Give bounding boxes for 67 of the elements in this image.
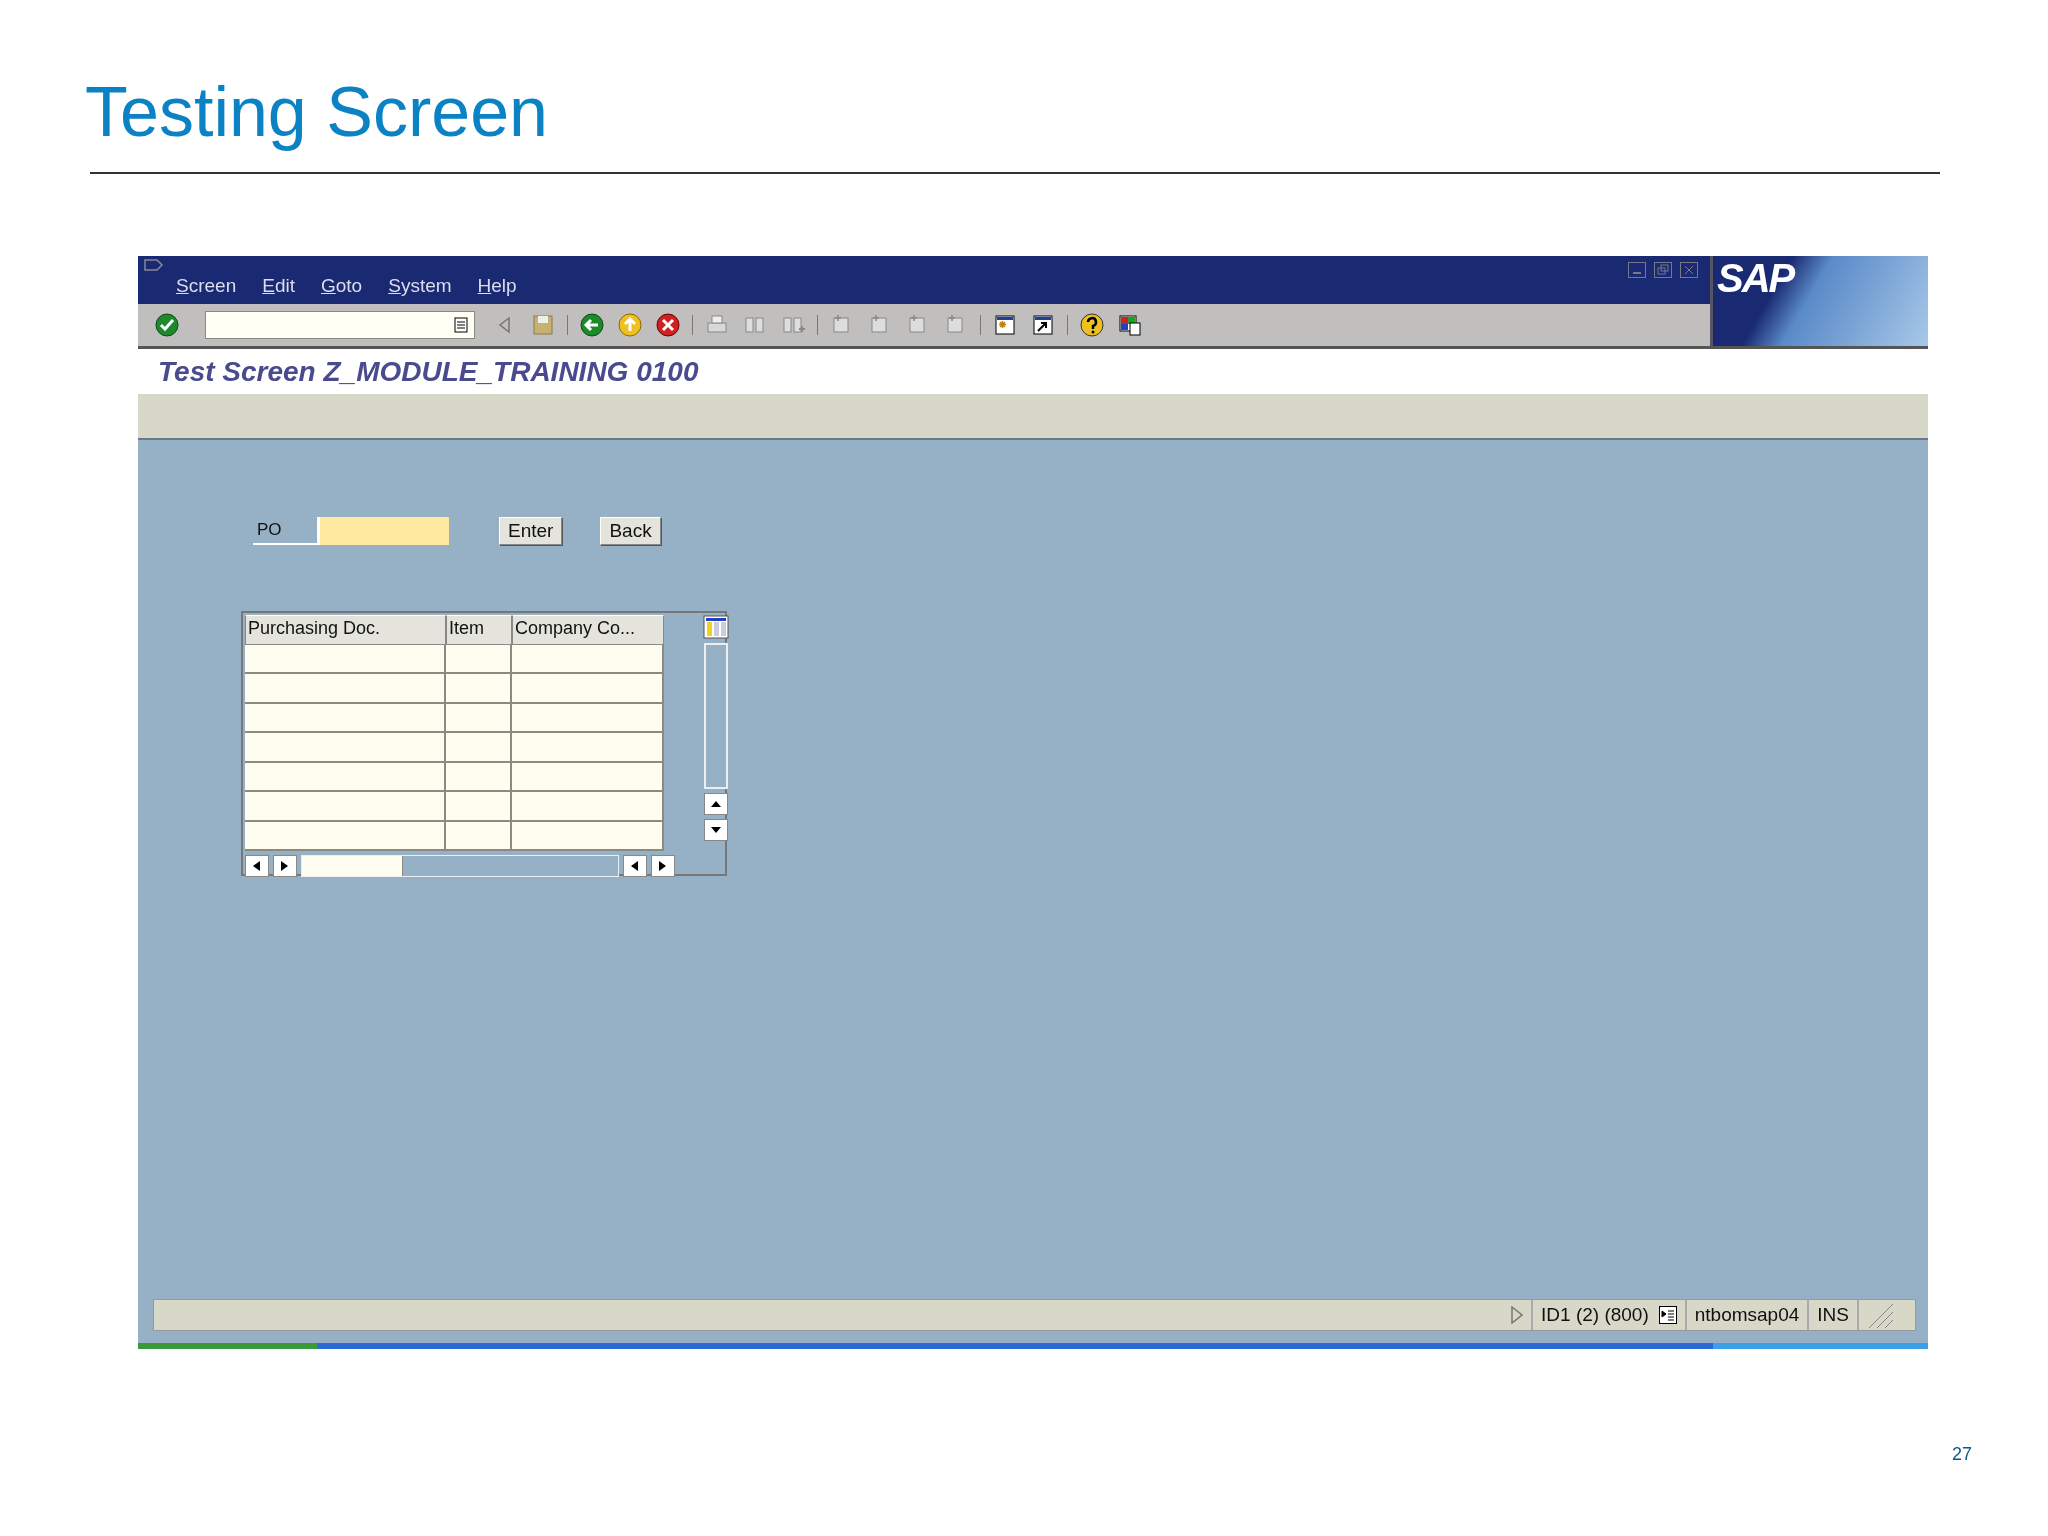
page-number: 27 (1952, 1444, 1973, 1465)
menu-item[interactable]: Help (477, 275, 517, 297)
table-cell[interactable] (245, 644, 446, 674)
close-icon[interactable] (1680, 262, 1698, 278)
list-icon[interactable] (1658, 1306, 1677, 1324)
scroll-right-button[interactable] (651, 855, 675, 877)
table-cell[interactable] (512, 703, 664, 733)
table-cell[interactable] (512, 762, 664, 792)
scroll-left-button[interactable] (623, 855, 647, 877)
table-cell[interactable] (245, 703, 446, 733)
menu-item[interactable]: Goto (321, 275, 363, 297)
menu-item[interactable]: System (388, 275, 452, 297)
vertical-scrollbar[interactable] (704, 643, 728, 789)
scroll-right-button[interactable] (273, 855, 297, 877)
scroll-down-button[interactable] (704, 819, 728, 841)
resize-grip-icon[interactable] (1867, 1302, 1895, 1328)
restore-icon[interactable] (1654, 262, 1672, 278)
table-cell[interactable] (245, 762, 446, 792)
slide-title: Testing Screen (85, 72, 550, 153)
column-header[interactable]: Item (446, 615, 512, 645)
window-menu-icon[interactable] (144, 259, 166, 273)
table-cell[interactable] (245, 792, 446, 822)
enter-button[interactable]: Enter (499, 516, 563, 545)
help-icon[interactable] (1078, 311, 1106, 339)
screen-title: Test Screen Z_MODULE_TRAINING 0100 (158, 355, 699, 388)
table-cell[interactable] (245, 733, 446, 763)
table-cell[interactable] (446, 644, 512, 674)
right-triangle-icon (659, 861, 667, 871)
table-cell[interactable] (512, 674, 664, 704)
table-cell[interactable] (446, 703, 512, 733)
scroll-up-button[interactable] (704, 793, 728, 815)
column-settings-icon[interactable] (703, 615, 729, 639)
scroll-left-button[interactable] (245, 855, 269, 877)
command-field[interactable] (205, 311, 475, 339)
menu-item[interactable]: Screen (176, 275, 237, 297)
expand-triangle-icon[interactable] (1511, 1306, 1524, 1324)
session-info: ID1 (2) (800) (1541, 1304, 1649, 1326)
table-cell[interactable] (512, 792, 664, 822)
input-mode: INS (1817, 1304, 1849, 1326)
left-triangle-icon (253, 861, 261, 871)
minimize-icon[interactable] (1628, 262, 1646, 278)
exit-icon[interactable] (616, 311, 644, 339)
column-header[interactable]: Company Co... (512, 615, 664, 645)
table-cell[interactable] (512, 644, 664, 674)
back-button[interactable]: Back (600, 516, 661, 545)
cancel-icon[interactable] (654, 311, 682, 339)
table-cell[interactable] (446, 674, 512, 704)
table-cell[interactable] (245, 674, 446, 704)
table-cell[interactable] (512, 733, 664, 763)
horizontal-scrollbar[interactable] (301, 855, 619, 877)
table-cell[interactable] (512, 821, 664, 851)
confirm-icon[interactable] (153, 311, 181, 339)
table-cell[interactable] (446, 762, 512, 792)
left-triangle-icon (631, 861, 639, 871)
down-triangle-icon (711, 827, 721, 833)
menu-item[interactable]: Edit (262, 275, 295, 297)
right-triangle-icon (281, 861, 289, 871)
input-field[interactable] (317, 516, 449, 545)
logo: SAP (1717, 258, 1794, 298)
back-icon[interactable] (578, 311, 606, 339)
table-cell[interactable] (446, 792, 512, 822)
table-cell[interactable] (446, 821, 512, 851)
table-cell[interactable] (245, 821, 446, 851)
server-name: ntbomsap04 (1694, 1304, 1800, 1326)
table-cell[interactable] (446, 733, 512, 763)
column-header[interactable]: Purchasing Doc. (245, 615, 446, 645)
up-triangle-icon (711, 801, 721, 807)
